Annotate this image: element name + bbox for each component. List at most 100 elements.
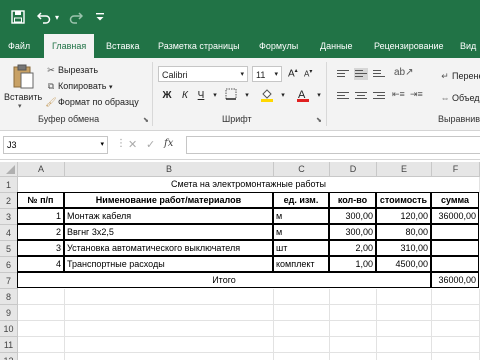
dialog-launcher-icon[interactable]: ⬊	[143, 116, 149, 124]
header-cell[interactable]: кол-во	[329, 192, 376, 208]
tab-view[interactable]: Вид	[460, 34, 476, 58]
empty-cell[interactable]	[432, 337, 480, 353]
merge-center-button[interactable]: ⇔ Объед	[438, 90, 480, 106]
borders-icon[interactable]	[224, 88, 238, 104]
column-header[interactable]: F	[432, 162, 480, 177]
data-cell[interactable]: 3	[17, 240, 64, 256]
row-header[interactable]: 8	[0, 289, 18, 305]
italic-icon[interactable]: К	[178, 88, 192, 104]
header-cell[interactable]: Нименование работ/материалов	[64, 192, 273, 208]
row-header[interactable]: 11	[0, 337, 18, 353]
save-icon[interactable]	[8, 7, 28, 27]
empty-cell[interactable]	[330, 337, 377, 353]
empty-cell[interactable]	[330, 289, 377, 305]
underline-icon[interactable]: Ч	[194, 88, 208, 104]
wrap-text-button[interactable]: ↵Перене	[438, 68, 480, 84]
empty-cell[interactable]	[432, 321, 480, 337]
empty-cell[interactable]	[18, 353, 65, 360]
empty-cell[interactable]	[274, 321, 330, 337]
orientation-icon[interactable]: ab↗	[394, 67, 414, 78]
dialog-launcher-icon[interactable]: ⬊	[316, 116, 322, 124]
data-cell[interactable]: Установка автоматического выключателя	[64, 240, 273, 256]
insert-function-icon[interactable]: fx	[164, 138, 173, 149]
row-header[interactable]: 1	[0, 177, 18, 193]
empty-cell[interactable]	[377, 353, 432, 360]
empty-cell[interactable]	[330, 321, 377, 337]
column-header[interactable]: B	[65, 162, 274, 177]
empty-cell[interactable]	[65, 305, 274, 321]
data-cell[interactable]: 310,00	[376, 240, 431, 256]
empty-cell[interactable]	[65, 289, 274, 305]
tab-insert[interactable]: Вставка	[106, 34, 139, 58]
formula-input[interactable]	[186, 136, 480, 154]
data-cell[interactable]: 36000,00	[431, 208, 479, 224]
redo-icon[interactable]	[66, 7, 86, 27]
row-header[interactable]: 12	[0, 353, 18, 360]
row-header[interactable]: 9	[0, 305, 18, 321]
font-size-select[interactable]: 11 ▾	[252, 66, 282, 82]
data-cell[interactable]: 1,00	[329, 256, 376, 272]
enter-icon[interactable]: ✓	[146, 138, 155, 151]
data-cell[interactable]: м	[273, 224, 329, 240]
indent-increase-icon[interactable]: ⇥≡	[410, 89, 423, 100]
empty-cell[interactable]	[18, 337, 65, 353]
increase-font-icon[interactable]: A▴	[288, 67, 298, 79]
data-cell[interactable]: м	[273, 208, 329, 224]
align-right-icon[interactable]	[372, 90, 386, 102]
empty-cell[interactable]	[432, 305, 480, 321]
empty-cell[interactable]	[377, 289, 432, 305]
decrease-font-icon[interactable]: A▾	[304, 68, 312, 79]
empty-cell[interactable]	[432, 289, 480, 305]
column-header[interactable]: E	[377, 162, 432, 177]
empty-cell[interactable]	[274, 305, 330, 321]
format-painter-button[interactable]: 🖌Формат по образцу	[44, 94, 138, 110]
data-cell[interactable]: 300,00	[329, 224, 376, 240]
empty-cell[interactable]	[65, 353, 274, 360]
empty-cell[interactable]	[274, 289, 330, 305]
row-header[interactable]: 6	[0, 257, 18, 273]
tab-data[interactable]: Данные	[320, 34, 353, 58]
select-all-corner[interactable]	[0, 162, 18, 177]
tab-page-layout[interactable]: Разметка страницы	[158, 34, 240, 58]
empty-cell[interactable]	[18, 289, 65, 305]
empty-cell[interactable]	[18, 305, 65, 321]
align-center-icon[interactable]	[354, 90, 368, 102]
total-label-cell[interactable]: Итого	[17, 272, 431, 288]
align-middle-icon[interactable]	[354, 68, 368, 80]
align-left-icon[interactable]	[336, 90, 350, 102]
customize-quick-access-icon[interactable]	[90, 7, 110, 27]
fill-color-icon[interactable]	[260, 88, 274, 104]
column-header[interactable]: D	[330, 162, 377, 177]
font-name-select[interactable]: Calibri ▾	[158, 66, 248, 82]
empty-cell[interactable]	[377, 337, 432, 353]
tab-home[interactable]: Главная	[44, 34, 95, 58]
sheet-title-cell[interactable]: Смета на электромонтажные работы	[18, 177, 480, 193]
empty-cell[interactable]	[330, 353, 377, 360]
empty-cell[interactable]	[18, 321, 65, 337]
column-header[interactable]: C	[274, 162, 330, 177]
data-cell[interactable]: 300,00	[329, 208, 376, 224]
copy-button[interactable]: ⧉ Копировать ▾	[44, 78, 113, 94]
undo-icon[interactable]	[34, 7, 54, 27]
bold-icon[interactable]: Ж	[160, 88, 174, 104]
empty-cell[interactable]	[330, 305, 377, 321]
cut-button[interactable]: ✂ Вырезать	[44, 62, 98, 78]
chevron-down-icon[interactable]: ▾	[208, 88, 222, 104]
data-cell[interactable]	[431, 240, 479, 256]
empty-cell[interactable]	[377, 321, 432, 337]
data-cell[interactable]: Транспортные расходы	[64, 256, 273, 272]
header-cell[interactable]: сумма	[431, 192, 479, 208]
data-cell[interactable]: шт	[273, 240, 329, 256]
undo-dropdown-icon[interactable]: ▾	[52, 7, 62, 27]
row-header[interactable]: 2	[0, 193, 18, 209]
header-cell[interactable]: ед. изм.	[273, 192, 329, 208]
header-cell[interactable]: стоимость	[376, 192, 431, 208]
empty-cell[interactable]	[274, 353, 330, 360]
tab-file[interactable]: Файл	[8, 34, 30, 58]
empty-cell[interactable]	[65, 337, 274, 353]
data-cell[interactable]: 2	[17, 224, 64, 240]
data-cell[interactable]: 2,00	[329, 240, 376, 256]
paste-button[interactable]: Вставить ▾	[4, 62, 42, 112]
chevron-down-icon[interactable]: ▾	[276, 88, 290, 104]
data-cell[interactable]: 4	[17, 256, 64, 272]
